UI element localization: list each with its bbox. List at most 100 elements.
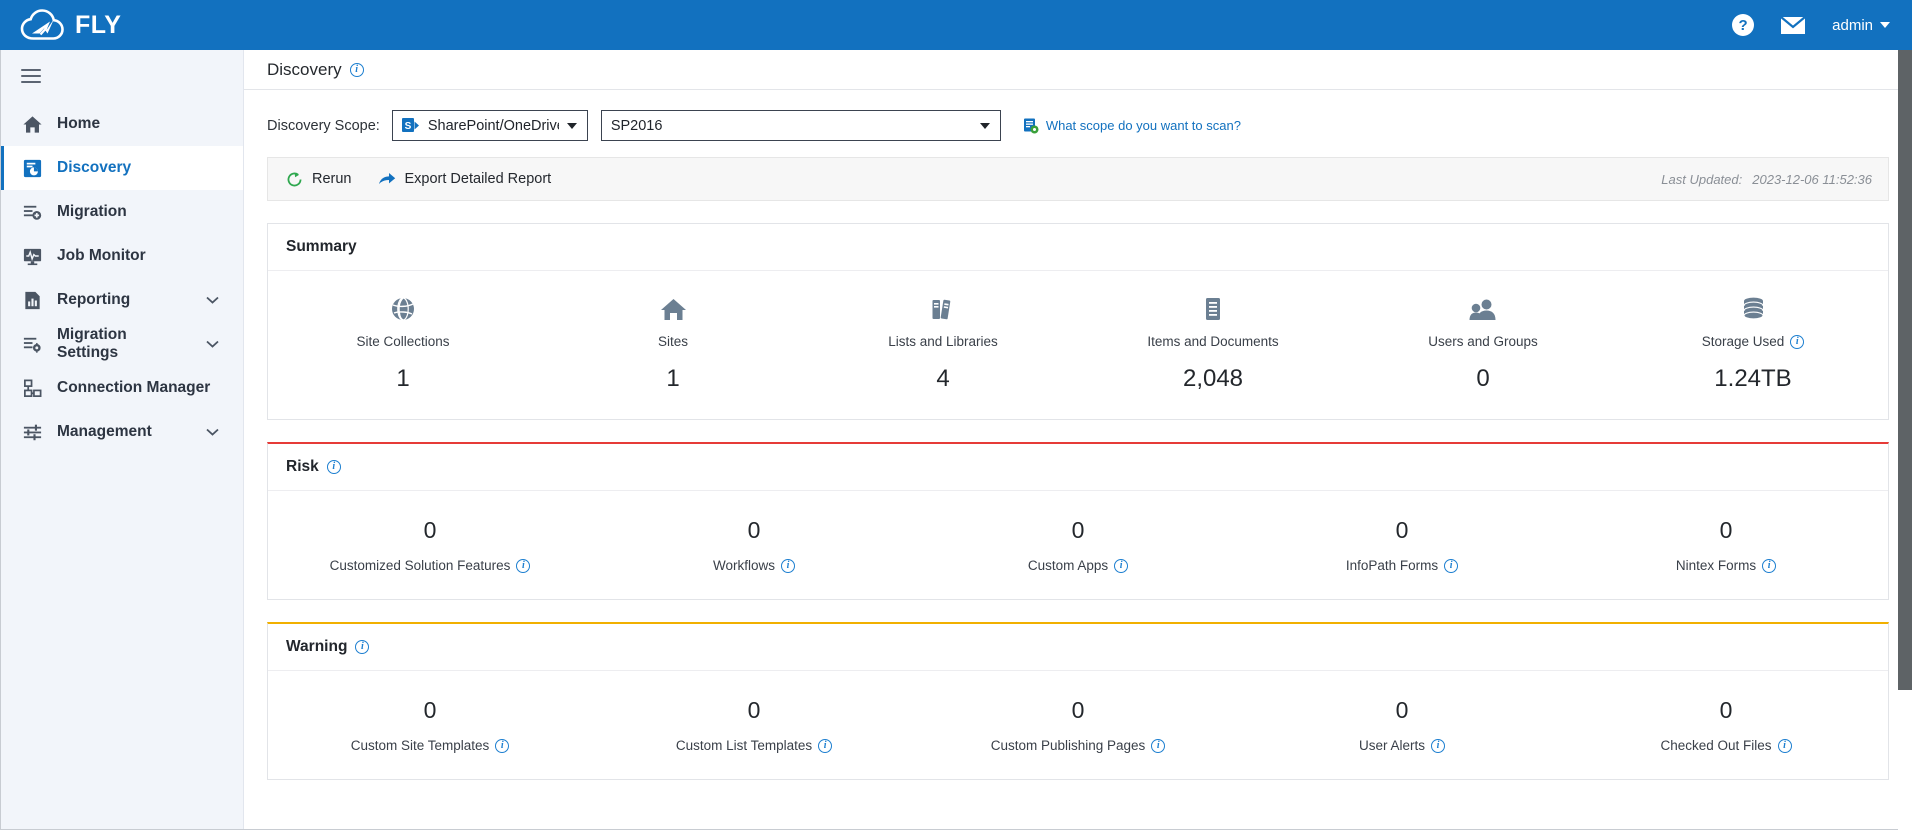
sidebar-collapse-toggle[interactable] [0, 50, 243, 102]
sidebar-item-discovery[interactable]: Discovery [0, 146, 243, 190]
sidebar-item-management[interactable]: Management [0, 410, 243, 454]
migration-icon [21, 201, 43, 223]
info-icon[interactable]: i [1777, 738, 1792, 753]
metric-custom-list-templates[interactable]: 0 Custom List Templates i [592, 697, 916, 753]
scope-help-link[interactable]: What scope do you want to scan? [1023, 118, 1241, 134]
metric-label: Items and Documents [1147, 334, 1278, 349]
metric-storage-used[interactable]: Storage Used i 1.24TB [1618, 292, 1888, 393]
metric-value: 0 [1719, 517, 1733, 543]
metric-checked-out-files[interactable]: 0 Checked Out Files i [1564, 697, 1888, 753]
page-title-bar: Discovery i [244, 50, 1912, 90]
metric-label: Checked Out Files i [1660, 738, 1792, 753]
summary-card: Summary Site Collections 1 Sites 1 Lists… [267, 223, 1889, 420]
warning-metrics: 0 Custom Site Templates i 0 Custom List … [268, 671, 1888, 779]
metric-value: 0 [1071, 517, 1085, 543]
metric-custom-apps[interactable]: 0 Custom Apps i [916, 517, 1240, 573]
sidebar-item-migration-settings[interactable]: Migration Settings [0, 322, 243, 366]
help-button[interactable]: ? [1732, 14, 1755, 36]
rerun-label: Rerun [312, 171, 352, 187]
metric-value: 1 [396, 365, 410, 392]
metric-label: Users and Groups [1428, 334, 1538, 349]
info-icon[interactable]: i [1762, 558, 1777, 573]
metric-label-text: InfoPath Forms [1345, 558, 1439, 573]
info-icon[interactable]: i [1431, 738, 1446, 753]
last-updated-value: 2023-12-06 11:52:36 [1752, 171, 1872, 187]
info-icon[interactable]: i [326, 460, 341, 474]
export-detailed-report-button[interactable]: Export Detailed Report [378, 171, 551, 187]
warning-card-title: Warning i [268, 624, 1888, 671]
brand-logo-area[interactable]: FLY [20, 8, 121, 42]
info-icon[interactable]: i [1151, 738, 1166, 753]
summary-metrics: Site Collections 1 Sites 1 Lists and Lib… [268, 271, 1888, 419]
database-icon [1741, 292, 1766, 322]
metric-custom-site-templates[interactable]: 0 Custom Site Templates i [268, 697, 592, 753]
sidebar-item-home[interactable]: Home [0, 102, 243, 146]
chevron-down-icon [1880, 22, 1890, 28]
window-border-left [0, 0, 1, 830]
metric-workflows[interactable]: 0 Workflows i [592, 517, 916, 573]
scope-settings-icon [1023, 118, 1039, 133]
metric-users-and-groups[interactable]: Users and Groups 0 [1348, 292, 1618, 393]
metric-user-alerts[interactable]: 0 User Alerts i [1240, 697, 1564, 753]
metric-label-text: Custom Publishing Pages [990, 738, 1146, 753]
rerun-button[interactable]: Rerun [286, 171, 352, 188]
info-icon[interactable]: i [495, 738, 510, 753]
info-icon[interactable]: i [516, 558, 531, 573]
application-window: FLY ? admin Home Discovery Migration Job… [0, 0, 1912, 830]
metric-sites[interactable]: Sites 1 [538, 292, 808, 393]
metric-lists-and-libraries[interactable]: Lists and Libraries 4 [808, 292, 1078, 393]
chevron-down-icon[interactable] [206, 340, 219, 348]
info-icon[interactable]: i [781, 558, 795, 573]
metric-value: 1 [666, 365, 680, 392]
sidebar-item-label: Home [57, 115, 101, 132]
scrollbar-thumb[interactable] [1898, 50, 1912, 690]
metric-label: Nintex Forms i [1676, 558, 1777, 573]
metric-infopath-forms[interactable]: 0 InfoPath Forms i [1240, 517, 1564, 573]
info-icon[interactable]: i [349, 62, 364, 77]
sidebar-item-job-monitor[interactable]: Job Monitor [0, 234, 243, 278]
help-icon: ? [1732, 14, 1755, 36]
chevron-down-icon[interactable] [206, 296, 219, 304]
info-icon[interactable]: i [1444, 558, 1459, 573]
info-icon[interactable]: i [355, 640, 370, 654]
metric-label-text: Custom List Templates [675, 738, 813, 753]
metric-label-text: Sites [657, 334, 688, 349]
connection-manager-icon [21, 377, 43, 399]
content-scroll-area[interactable]: Discovery Scope: S SharePoint/OneDrive S… [244, 90, 1912, 830]
mail-button[interactable] [1780, 15, 1806, 35]
chevron-down-icon[interactable] [206, 428, 219, 436]
sidebar-item-connection-manager[interactable]: Connection Manager [0, 366, 243, 410]
cloud-airplane-logo [20, 9, 64, 40]
info-icon[interactable]: i [1790, 334, 1805, 349]
scope-help-link-label: What scope do you want to scan? [1045, 118, 1241, 133]
metric-items-and-documents[interactable]: Items and Documents 2,048 [1078, 292, 1348, 393]
metric-value: 0 [423, 517, 437, 543]
user-menu[interactable]: admin [1832, 17, 1890, 34]
sidebar-item-reporting[interactable]: Reporting [0, 278, 243, 322]
info-icon[interactable]: i [1114, 558, 1129, 573]
info-icon[interactable]: i [818, 738, 833, 753]
risk-metrics: 0 Customized Solution Features i 0 Workf… [268, 491, 1888, 599]
document-icon [1202, 292, 1224, 322]
metric-nintex-forms[interactable]: 0 Nintex Forms i [1564, 517, 1888, 573]
risk-card: Risk i 0 Customized Solution Features i [267, 442, 1889, 600]
metric-custom-publishing-pages[interactable]: 0 Custom Publishing Pages i [916, 697, 1240, 753]
metric-value: 4 [936, 365, 950, 392]
metric-label-text: Custom Apps [1027, 558, 1109, 573]
share-arrow-icon [378, 173, 395, 184]
hamburger-icon [21, 69, 41, 83]
metric-customized-solution-features[interactable]: 0 Customized Solution Features i [268, 517, 592, 573]
vertical-scrollbar[interactable] [1898, 50, 1912, 830]
refresh-icon [287, 172, 302, 186]
metric-label: Custom Publishing Pages i [991, 738, 1166, 753]
discovery-scope-row: Discovery Scope: S SharePoint/OneDrive S… [244, 90, 1912, 157]
sidebar-item-migration[interactable]: Migration [0, 190, 243, 234]
metric-site-collections[interactable]: Site Collections 1 [268, 292, 538, 393]
scope-name-select[interactable]: SP2016 [600, 110, 1001, 141]
risk-title-label: Risk [286, 458, 319, 475]
scope-type-select[interactable]: S SharePoint/OneDrive [391, 110, 588, 141]
metric-label: Custom List Templates i [675, 738, 833, 753]
scope-name-value: SP2016 [610, 117, 663, 134]
user-menu-label: admin [1832, 16, 1873, 34]
metric-label-text: User Alerts [1358, 738, 1426, 753]
